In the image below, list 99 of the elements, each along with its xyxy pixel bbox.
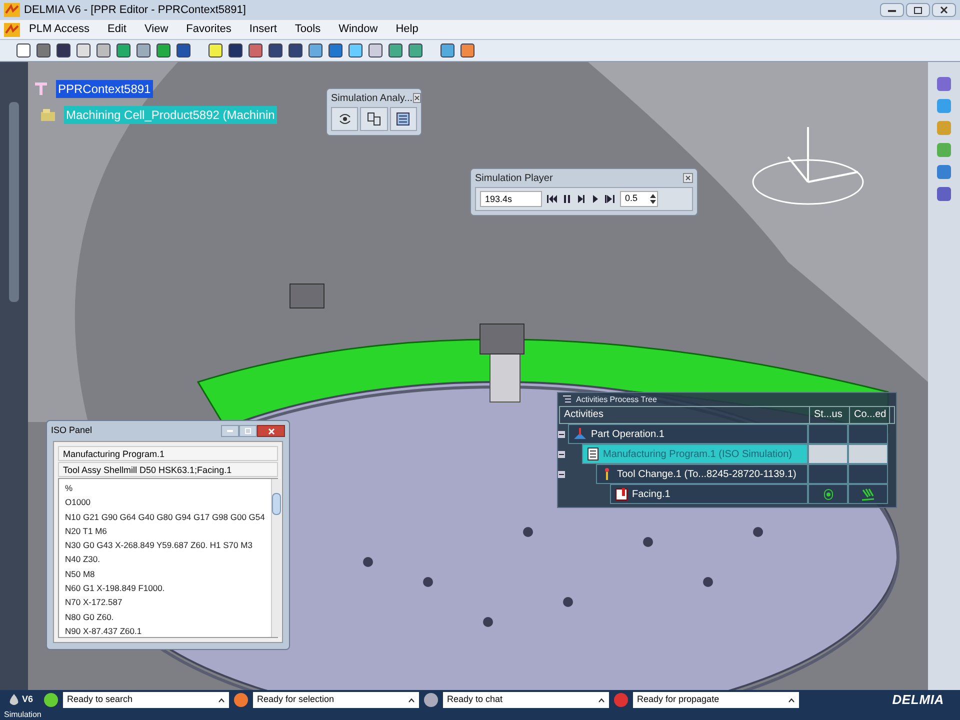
column-header[interactable]: St...us xyxy=(810,407,850,423)
code-line: N80 G0 Z60. xyxy=(65,610,115,624)
minimize-icon xyxy=(888,8,896,12)
maximize-button[interactable] xyxy=(906,3,930,17)
program-field: Manufacturing Program.1 xyxy=(58,446,278,461)
minimize-button[interactable] xyxy=(880,3,904,17)
root-node-icon xyxy=(34,82,48,96)
menu-item[interactable]: Favorites xyxy=(177,21,240,38)
toolbar-button[interactable] xyxy=(360,107,388,131)
app-logo-icon xyxy=(4,22,20,36)
caret-up-icon xyxy=(598,698,606,702)
maximize-icon xyxy=(245,428,251,434)
spinner-arrows-icon xyxy=(649,192,657,206)
command-field[interactable]: Ready for selection xyxy=(253,692,420,708)
menu-item[interactable]: View xyxy=(136,21,178,38)
toolbar-button[interactable] xyxy=(390,107,417,131)
speed-spinner[interactable]: 0.5 xyxy=(620,191,658,207)
step-forward-icon[interactable] xyxy=(576,194,586,204)
scroll-bar[interactable] xyxy=(270,479,281,637)
code-line: N30 G0 G43 X-268.849 Y59.687 Z60. H1 S70 M3 xyxy=(65,539,254,552)
brand-logo: DELMIA xyxy=(892,691,945,710)
collapse-icon[interactable] xyxy=(558,470,568,478)
product-node-icon xyxy=(40,108,56,122)
menu-item[interactable]: PLM Access xyxy=(20,21,99,38)
menu-item[interactable]: Insert xyxy=(240,21,286,38)
close-icon xyxy=(414,95,420,101)
operation-icon xyxy=(615,487,628,501)
status-cell xyxy=(808,444,848,464)
skip-to-start-icon[interactable] xyxy=(546,194,558,204)
toolbar-title: Simulation Analy... xyxy=(331,92,413,106)
command-field[interactable]: Ready to search xyxy=(63,692,230,708)
close-icon xyxy=(940,6,948,14)
app-orb-icon[interactable] xyxy=(233,692,250,708)
tree-row[interactable]: Part Operation.1 xyxy=(568,424,808,444)
app-orb-icon[interactable] xyxy=(43,692,60,708)
tool-field: Tool Assy Shellmill D50 HSK63.1;Facing.1 xyxy=(58,462,278,477)
tool-icon[interactable] xyxy=(936,76,952,92)
window-title: DELMIA V6 - [PPR Editor - PPRContext5891] xyxy=(24,2,246,18)
menu-item[interactable]: Edit xyxy=(98,21,136,38)
program-icon xyxy=(587,447,599,461)
code-line: % xyxy=(65,482,74,495)
code-line: N50 M8 xyxy=(65,568,96,581)
code-line: N70 X-172.587 xyxy=(65,596,124,610)
caret-up-icon xyxy=(408,698,416,702)
minimize-icon xyxy=(227,430,233,432)
caret-up-icon xyxy=(218,698,226,702)
window-title: ISO Panel xyxy=(51,424,92,438)
close-icon xyxy=(268,428,274,434)
panel-title: Simulation Player xyxy=(475,172,553,186)
close-button[interactable] xyxy=(683,173,693,183)
code-line: N40 Z30. xyxy=(65,553,101,566)
menu-item[interactable]: Help xyxy=(386,21,428,38)
status-cell xyxy=(808,424,848,444)
menu-item[interactable]: Window xyxy=(330,21,387,38)
blocks-icon xyxy=(366,112,381,126)
menu-item[interactable]: Tools xyxy=(286,21,330,38)
computed-cell xyxy=(848,444,888,464)
scroll-bar[interactable] xyxy=(9,102,19,302)
app-orb-icon[interactable] xyxy=(613,692,630,708)
status-message: Simulation xyxy=(4,710,42,720)
column-header[interactable]: Activities xyxy=(560,407,810,423)
code-line: N20 T1 M6 xyxy=(65,524,108,538)
app-orb-icon[interactable] xyxy=(423,692,440,708)
tree-row[interactable]: Facing.1 xyxy=(610,484,808,504)
scroll-thumb[interactable] xyxy=(272,493,281,515)
tree-node[interactable]: PPRContext5891 xyxy=(56,80,153,98)
close-button[interactable] xyxy=(257,425,285,437)
skip-to-end-icon[interactable] xyxy=(604,194,616,204)
computed-cell xyxy=(848,424,888,444)
close-button[interactable] xyxy=(932,3,956,17)
play-icon[interactable] xyxy=(590,194,600,204)
hand-icon xyxy=(861,488,875,500)
time-field[interactable]: 193.4s xyxy=(480,191,542,207)
tree-icon xyxy=(562,395,572,404)
collapse-icon[interactable] xyxy=(558,430,568,438)
caret-up-icon xyxy=(788,698,796,702)
code-line: N60 G1 X-198.849 F1000. xyxy=(65,582,166,596)
version-label: V6 xyxy=(22,693,34,706)
command-field[interactable]: Ready to chat xyxy=(443,692,610,708)
tool-icon[interactable] xyxy=(936,186,952,202)
maximize-icon xyxy=(914,6,922,14)
version-logo-icon xyxy=(8,693,20,707)
tool-icon[interactable] xyxy=(936,164,952,180)
panel-title: Activities Process Tree xyxy=(576,394,657,406)
list-icon xyxy=(396,112,410,126)
code-line: O1000 xyxy=(65,496,92,510)
close-button[interactable] xyxy=(412,93,421,103)
code-line: N10 G21 G90 G64 G40 G80 G94 G17 G98 G00 G54 xyxy=(65,510,265,524)
pause-icon[interactable] xyxy=(562,194,572,204)
close-icon xyxy=(685,175,691,181)
eye-icon xyxy=(338,112,352,126)
status-indicator-icon xyxy=(824,488,832,500)
command-field[interactable]: Ready for propagate xyxy=(633,692,800,708)
tree-row[interactable]: Tool Change.1 (To...8245-28720-1139.1) xyxy=(596,464,808,484)
app-logo-icon xyxy=(4,3,20,17)
column-header[interactable]: Co...ed xyxy=(850,407,890,423)
collapse-icon[interactable] xyxy=(558,450,568,458)
code-line: N90 X-87.437 Z60.1 xyxy=(65,624,143,638)
toolbar-button[interactable] xyxy=(331,107,358,131)
